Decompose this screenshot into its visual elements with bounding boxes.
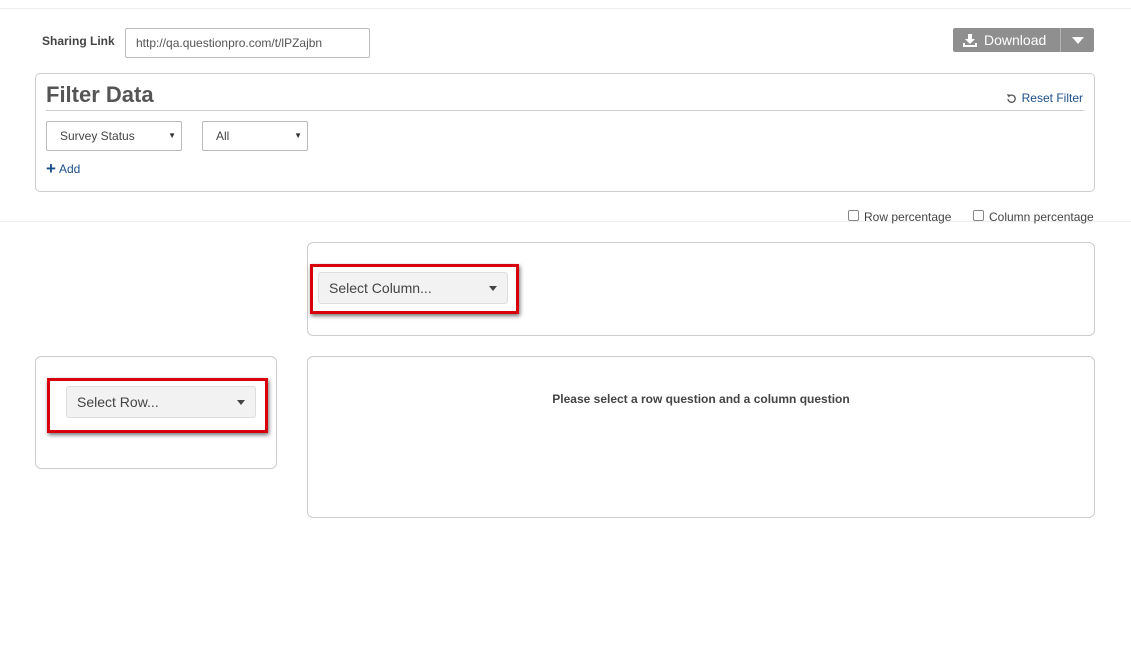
- row-percentage-label: Row percentage: [864, 210, 952, 224]
- select-row-label: Select Row...: [77, 394, 159, 410]
- section-divider: [0, 221, 1131, 222]
- download-button[interactable]: Download: [953, 28, 1060, 52]
- column-percentage-checkbox[interactable]: [973, 209, 984, 221]
- download-icon: [963, 33, 977, 47]
- select-row-dropdown[interactable]: Select Row...: [66, 386, 256, 418]
- filter-field-select[interactable]: Survey Status ▼: [46, 121, 182, 151]
- row-percentage-option[interactable]: Row percentage: [848, 209, 952, 224]
- crosstab-results-panel: [307, 356, 1095, 518]
- plus-icon: +: [46, 159, 56, 178]
- filter-value-select[interactable]: All ▼: [202, 121, 308, 151]
- filter-data-panel: Filter Data Reset Filter Survey Status ▼…: [35, 73, 1095, 192]
- select-column-dropdown[interactable]: Select Column...: [318, 272, 508, 304]
- sharing-link-field[interactable]: http://qa.questionpro.com/t/lPZajbn: [125, 28, 370, 58]
- add-filter-label: Add: [58, 162, 81, 176]
- row-percentage-checkbox[interactable]: [848, 209, 859, 221]
- column-percentage-label: Column percentage: [989, 210, 1094, 224]
- select-caret-icon: ▼: [168, 131, 176, 140]
- download-label: Download: [984, 32, 1047, 48]
- filter-field-value: Survey Status: [60, 129, 135, 143]
- select-caret-icon: ▼: [294, 131, 302, 140]
- dropdown-caret-icon: [237, 400, 245, 405]
- empty-state-message: Please select a row question and a colum…: [552, 392, 850, 406]
- reset-filter-label: Reset Filter: [1021, 91, 1083, 105]
- column-percentage-option[interactable]: Column percentage: [973, 209, 1094, 224]
- caret-down-icon: [1071, 36, 1084, 44]
- reset-filter-link[interactable]: Reset Filter: [1006, 91, 1083, 105]
- select-column-label: Select Column...: [329, 280, 432, 296]
- filter-data-title: Filter Data: [46, 82, 154, 107]
- download-options-dropdown[interactable]: [1060, 28, 1094, 52]
- add-filter-link[interactable]: + Add: [46, 159, 81, 178]
- download-button-group: Download: [953, 28, 1094, 52]
- filter-divider: [46, 110, 1084, 111]
- filter-value-value: All: [216, 129, 230, 143]
- reset-icon: [1006, 93, 1016, 103]
- dropdown-caret-icon: [489, 286, 497, 291]
- sharing-link-label: Sharing Link: [42, 34, 115, 48]
- top-divider: [0, 8, 1131, 9]
